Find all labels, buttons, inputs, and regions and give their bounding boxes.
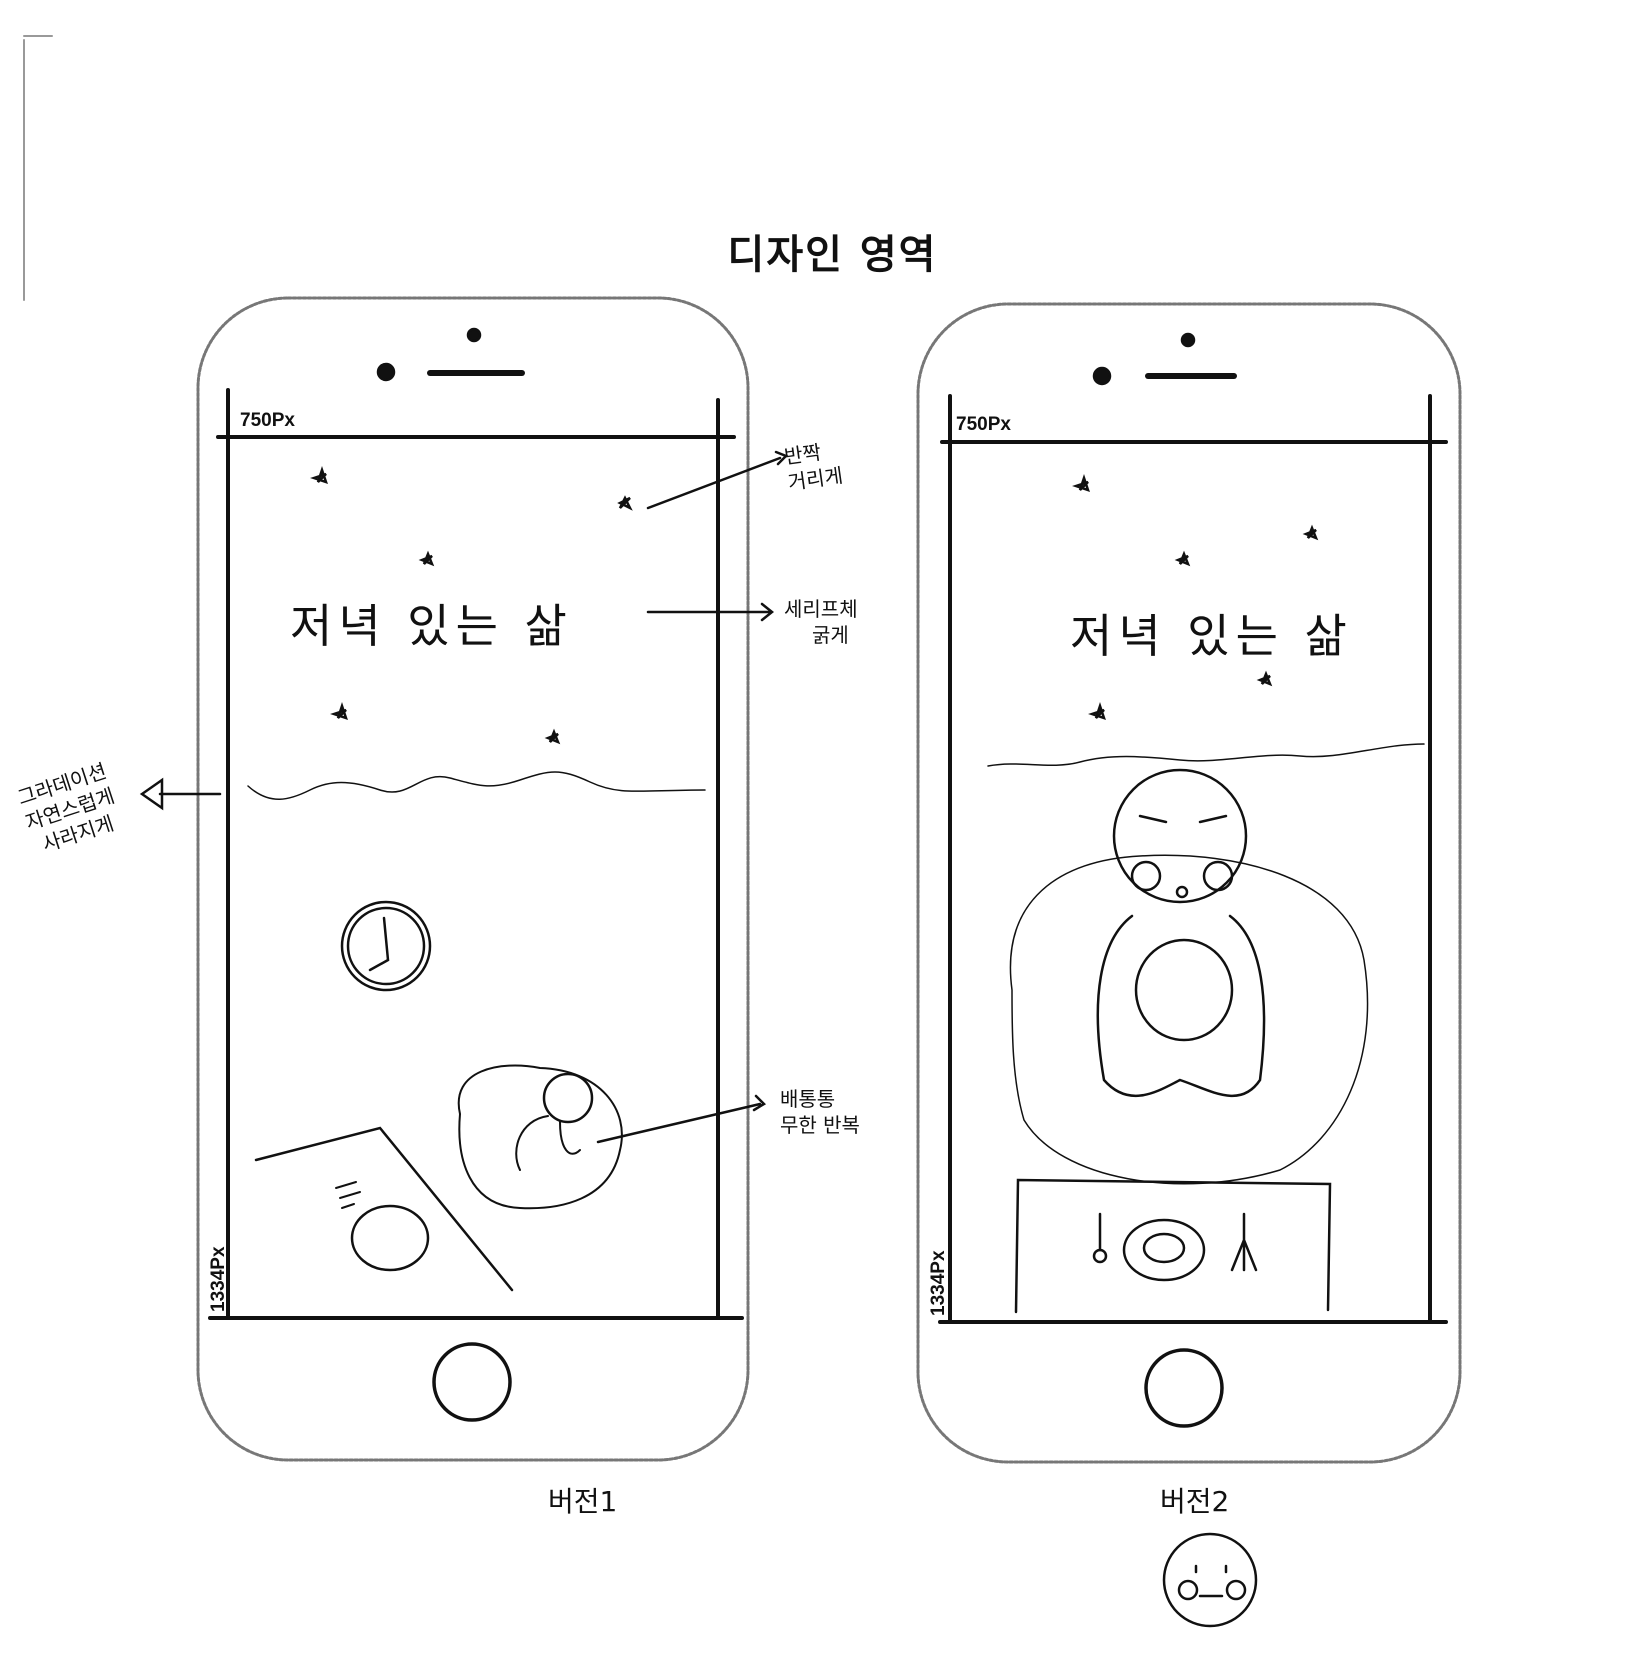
arrow [646, 602, 775, 622]
page-title: 디자인 영역 [727, 232, 938, 278]
phone-1-screen-content [139, 450, 789, 1292]
version-caption: 버전1 [548, 1485, 618, 1518]
version-caption: 버전2 [1160, 1485, 1230, 1518]
phone-2-frame [916, 302, 1462, 1464]
bowl [1122, 1218, 1206, 1282]
speaker-dot [466, 327, 482, 343]
character-head [542, 1072, 594, 1124]
annotation-line: 배통통 [780, 1087, 836, 1111]
annotation-sparkle: 반짝 거리게 [783, 436, 845, 495]
height-label: 1334Px [208, 1246, 229, 1312]
sparkle-icons [1072, 474, 1319, 720]
fork [1230, 1212, 1258, 1272]
width-label: 750Px [240, 410, 295, 431]
bowl [350, 1204, 430, 1272]
cushion [457, 1064, 623, 1210]
annotation-line: 굵게 [812, 623, 849, 647]
belly [1134, 938, 1234, 1042]
home-button [432, 1342, 512, 1422]
camera-icon [376, 362, 396, 382]
table [254, 1126, 514, 1292]
arrow [596, 1094, 767, 1144]
width-label: 750Px [956, 414, 1011, 435]
annotation-line: 세리프체 [784, 597, 858, 621]
annotation-font: 세리프체 굵게 [784, 596, 858, 648]
headline-text: 저녁 있는 삶 [1070, 609, 1353, 663]
camera-icon [1092, 366, 1112, 386]
smiley-face-icon [1162, 1532, 1258, 1628]
character-body [1096, 914, 1266, 1098]
annotation-line: 무한 반복 [780, 1113, 860, 1137]
annotation-belly: 배통통 무한 반복 [780, 1086, 860, 1138]
cushion [1009, 854, 1369, 1185]
height-label: 1334Px [928, 1250, 949, 1316]
home-button [1144, 1348, 1224, 1428]
phone-1-frame [196, 296, 750, 1462]
headline-text: 저녁 있는 삶 [290, 599, 573, 653]
table [1014, 1178, 1332, 1314]
arrow [139, 777, 222, 811]
gradient-wave [987, 743, 1425, 767]
gradient-wave [247, 771, 706, 800]
